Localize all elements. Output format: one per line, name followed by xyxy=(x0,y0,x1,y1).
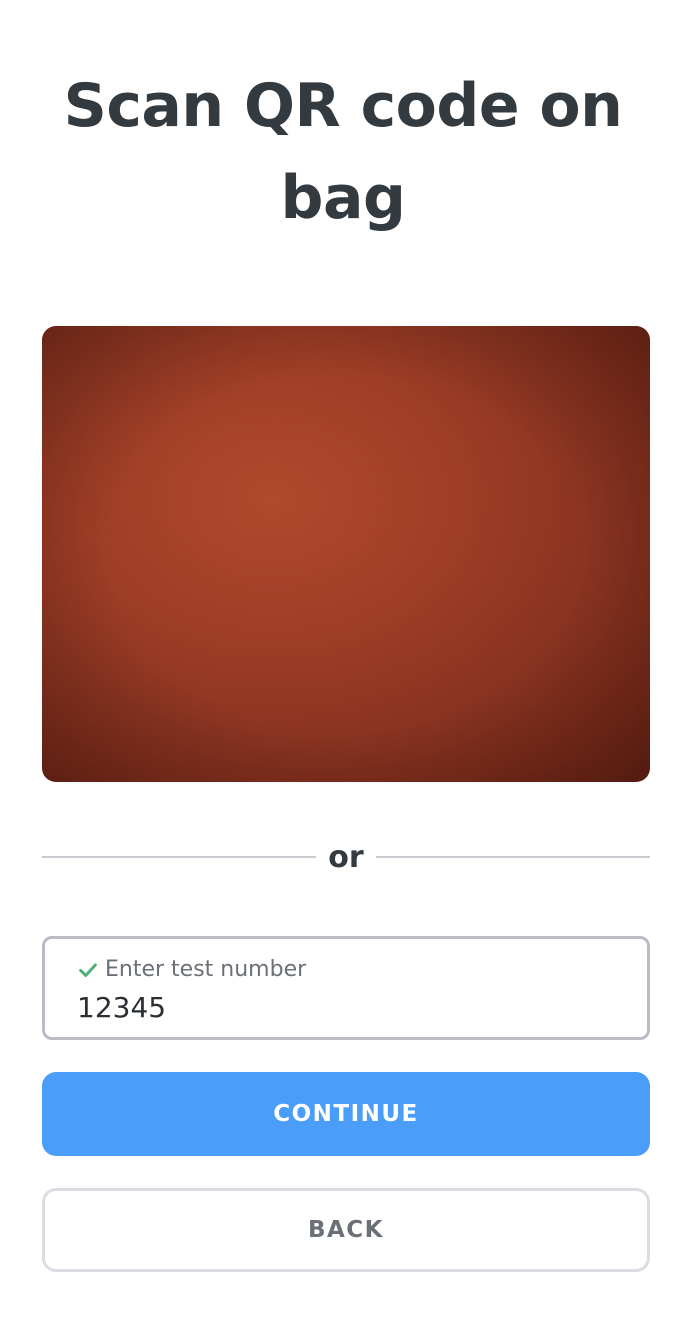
test-number-label-row: Enter test number xyxy=(77,957,306,982)
back-button[interactable]: BACK xyxy=(42,1188,650,1272)
check-icon xyxy=(79,962,97,977)
test-number-label: Enter test number xyxy=(105,957,307,982)
test-number-input[interactable] xyxy=(77,991,617,1024)
or-divider: or xyxy=(42,836,650,880)
test-number-field[interactable]: Enter test number xyxy=(42,936,650,1040)
divider-text: or xyxy=(328,840,364,875)
camera-viewfinder xyxy=(42,326,650,782)
divider-line-right xyxy=(376,856,650,858)
page-title: Scan QR code on bag xyxy=(63,71,623,233)
continue-button[interactable]: CONTINUE xyxy=(42,1072,650,1156)
divider-line-left xyxy=(42,856,316,858)
